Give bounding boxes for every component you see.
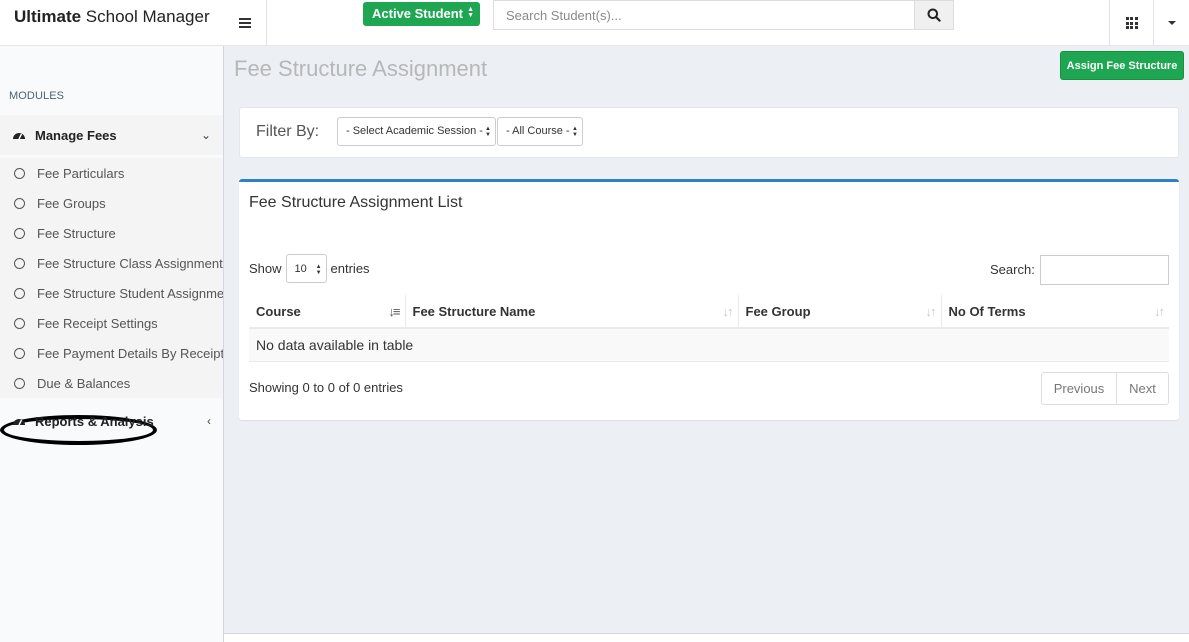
sidebar-item-fee-structure[interactable]: Fee Structure (0, 218, 223, 248)
student-status-label: Active Student (372, 6, 464, 21)
column-header-fee-group[interactable]: Fee Group ↓↑ (738, 295, 942, 329)
previous-page-button[interactable]: Previous (1041, 372, 1117, 405)
app-brand[interactable]: Ultimate School Manager (0, 0, 224, 46)
sidebar-item-label: Fee Groups (37, 195, 106, 211)
page-title: Fee Structure Assignment (234, 56, 488, 81)
column-label: Fee Structure Name (412, 303, 536, 319)
column-header-no-of-terms[interactable]: No Of Terms ↓↑ (941, 295, 1169, 329)
pagination: Previous Next (1041, 372, 1169, 405)
sidebar-item-label: Fee Structure Class Assignment (37, 255, 223, 271)
user-menu-button[interactable] (1153, 0, 1189, 46)
sidebar: MODULES Manage Fees ⌄ Fee Particulars Fe… (0, 46, 224, 642)
sort-icon: ↓↑ (722, 304, 734, 319)
table-row: No data available in table (249, 328, 1169, 362)
search-icon (927, 8, 941, 22)
page-length-value: 10 (294, 263, 307, 275)
circle-icon (14, 227, 25, 239)
sidebar-item-label: Fee Structure Student Assignment (37, 285, 223, 301)
page-length-select[interactable]: 10 ▲ ▼ (285, 254, 327, 283)
sort-ascending-icon: ↓≡ (388, 304, 400, 319)
sidebar-item-class-assignment[interactable]: Fee Structure Class Assignment (0, 248, 223, 278)
circle-icon (14, 167, 25, 179)
sidebar-menu-manage-fees[interactable]: Manage Fees ⌄ (0, 115, 223, 155)
course-value: - All Course - (506, 125, 570, 137)
sidebar-item-payment-details[interactable]: Fee Payment Details By Receipt No (0, 338, 223, 368)
sidebar-item-label: Fee Payment Details By Receipt No (37, 345, 223, 361)
column-header-course[interactable]: Course ↓≡ (249, 295, 406, 329)
sidebar-menu-label: Reports & Analysis (35, 413, 154, 429)
sidebar-section-label: MODULES (9, 90, 65, 102)
sidebar-item-label: Fee Receipt Settings (37, 315, 158, 331)
table-search-label: Search: (990, 262, 1035, 277)
sidebar-submenu: Fee Particulars Fee Groups Fee Structure… (0, 158, 223, 398)
updown-icon: ▲ ▼ (572, 126, 578, 138)
page-length-control: Show 10 ▲ ▼ entries (249, 254, 370, 283)
chevron-left-icon: ‹ (207, 414, 211, 428)
student-search-field[interactable] (493, 0, 915, 30)
dashboard-gauge-icon (13, 133, 25, 140)
brand-bold: Ultimate (14, 7, 82, 26)
sidebar-item-fee-particulars[interactable]: Fee Particulars (0, 158, 223, 188)
column-header-fee-structure-name[interactable]: Fee Structure Name ↓↑ (405, 295, 739, 329)
updown-icon: ▲ ▼ (315, 264, 322, 276)
dashboard-gauge-icon (13, 419, 25, 426)
column-label: Fee Group (745, 303, 811, 319)
filter-label: Filter By: (256, 123, 320, 140)
chevron-down-icon: ⌄ (200, 128, 211, 142)
sort-icon: ↓↑ (1154, 304, 1165, 319)
sidebar-menu-reports[interactable]: Reports & Analysis ‹ (0, 401, 223, 441)
brand-rest: School Manager (81, 7, 210, 26)
entries-label: entries (330, 261, 370, 276)
sidebar-item-due-balances[interactable]: Due & Balances (0, 368, 223, 398)
footer (224, 633, 1189, 642)
circle-icon (14, 317, 25, 329)
assign-fee-structure-button[interactable]: Assign Fee Structure (1060, 51, 1184, 80)
sidebar-item-student-assignment[interactable]: Fee Structure Student Assignment (0, 278, 223, 308)
caret-down-icon (1167, 21, 1176, 25)
circle-icon (14, 377, 25, 389)
academic-session-select[interactable]: - Select Academic Session - ▲ ▼ (337, 117, 496, 146)
assignment-list-panel: Fee Structure Assignment List Show 10 ▲ ▼ … (239, 179, 1179, 420)
table-info: Showing 0 to 0 of 0 entries (249, 380, 403, 395)
circle-icon (14, 287, 25, 299)
updown-icon: ▲ ▼ (485, 126, 491, 138)
next-page-button[interactable]: Next (1117, 372, 1169, 405)
sidebar-item-label: Fee Particulars (37, 165, 125, 181)
sidebar-item-receipt-settings[interactable]: Fee Receipt Settings (0, 308, 223, 338)
column-label: Course (256, 303, 301, 319)
table-search-input[interactable] (1040, 255, 1169, 285)
circle-icon (14, 197, 25, 209)
grid-icon (1125, 17, 1138, 29)
sort-icon: ↓↑ (925, 304, 937, 319)
circle-icon (14, 257, 25, 269)
academic-session-value: - Select Academic Session - (346, 125, 483, 137)
student-status-dropdown[interactable]: Active Student ▲ ▼ (363, 2, 480, 26)
student-search-input[interactable] (494, 1, 914, 29)
sidebar-item-label: Due & Balances (37, 375, 131, 391)
circle-icon (14, 347, 25, 359)
show-label: Show (249, 261, 282, 276)
menu-toggle-icon[interactable] (224, 0, 267, 46)
empty-table-message: No data available in table (249, 328, 1169, 362)
column-label: No Of Terms (948, 303, 1026, 319)
updown-icon: ▲ ▼ (467, 6, 474, 19)
filter-panel: Filter By: - Select Academic Session - ▲ ▼… (239, 107, 1179, 158)
sidebar-item-fee-groups[interactable]: Fee Groups (0, 188, 223, 218)
course-select[interactable]: - All Course - ▲ ▼ (497, 117, 583, 146)
top-navbar: Ultimate School Manager Active Student ▲ ▼ (0, 0, 1189, 46)
sidebar-item-label: Fee Structure (37, 225, 116, 241)
list-title: Fee Structure Assignment List (249, 194, 463, 211)
apps-grid-button[interactable] (1109, 0, 1153, 46)
sidebar-menu-label: Manage Fees (35, 127, 117, 143)
search-button[interactable] (914, 0, 954, 30)
assignment-table: Course ↓≡ Fee Structure Name ↓↑ Fee Group ↓… (249, 295, 1169, 362)
